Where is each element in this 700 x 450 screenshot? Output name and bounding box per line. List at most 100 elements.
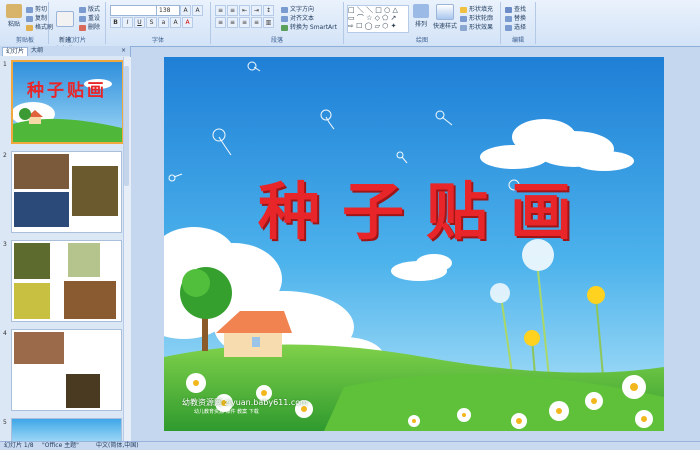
shrink-font-button[interactable]: A [192,5,203,16]
thumb-2-image-b [14,192,69,227]
slide-thumb-5[interactable] [11,418,122,443]
slide-number: 5 [3,419,7,426]
close-pane-icon[interactable]: × [118,47,129,55]
quick-styles-icon [436,4,454,20]
bold-button[interactable]: B [110,17,121,28]
layout-button[interactable]: 版式 [79,4,100,13]
bullets-button[interactable]: ≡ [215,5,226,16]
find-button[interactable]: 查找 [505,4,526,13]
binoculars-icon [505,6,512,13]
replace-icon [505,15,512,22]
shape-fill-button[interactable]: 形状填充 [460,4,493,13]
paste-icon [6,4,22,18]
tab-outline[interactable]: 大纲 [28,47,46,55]
paragraph-label: 段落 [270,37,283,44]
thumb-2-image-a [14,154,69,189]
slides-pane: 幻灯片 大纲 × 1 种子贴画 2 3 4 5 [0,46,131,443]
thumb-4-image-b [66,374,100,408]
text-direction-button[interactable]: 文字方向 [281,4,314,13]
scissors-icon [26,6,33,13]
align-text-button[interactable]: 对齐文本 [281,13,314,22]
slide-thumb-4[interactable] [11,329,122,411]
thumb-4-image-a [14,332,64,364]
pane-scrollbar-thumb[interactable] [124,66,129,186]
slide-thumb-2[interactable] [11,151,122,233]
shadow-button[interactable]: S [146,17,157,28]
drawing-group: □ ＼ ＼ □ ○ △ ▭ ⌒ ☆ ◇ ⬠ ↗ ⇨ ☐ ◯ ▱ ⬡ ✦ 排列 快速样… [344,2,501,44]
font-label: 字体 [151,37,164,44]
slide-number: 2 [3,152,7,159]
layout-icon [79,6,86,13]
pane-tabs: 幻灯片 大纲 × [0,46,130,56]
slide-canvas[interactable]: 种子贴画 幼教资源网 ziyuan.baby611.com 幼儿教育资源 课件 … [164,57,664,431]
slide-number: 4 [3,330,7,337]
align-text-icon [281,15,288,22]
paint-bucket-icon [460,6,467,13]
slide-title[interactable]: 种子贴画 [236,161,616,251]
decrease-indent-button[interactable]: ⇤ [239,5,250,16]
reset-icon [79,15,86,22]
arrange-icon [413,4,429,18]
copy-button[interactable]: 复制 [26,13,47,22]
arrange-button[interactable]: 排列 [410,4,432,28]
cut-button[interactable]: 剪切 [26,4,47,13]
thumb-3-image-c [14,283,50,319]
clipboard-label: 剪贴板 [15,37,34,44]
replace-button[interactable]: 替换 [505,13,526,22]
font-color-button[interactable]: A [182,17,193,28]
delete-icon [79,24,86,31]
paragraph-group: ≡ ≡ ⇤ ⇥ ↕ ≡ ≡ ≡ ≡ ▥ 文字方向 对齐文本 转换为 SmartA… [211,2,344,44]
underline-button[interactable]: U [134,17,145,28]
thumb-1-graphic [13,62,122,142]
text-direction-icon [281,6,288,13]
strikethrough-button[interactable]: a [158,17,169,28]
thumb-3-image-d [64,281,116,319]
thumb-2-image-c [72,166,118,216]
justify-button[interactable]: ≡ [251,17,262,28]
smartart-button[interactable]: 转换为 SmartArt [281,22,337,31]
slides-group: 新建 幻灯片 版式 重设 删除 幻灯片 [49,2,106,53]
shape-effects-button[interactable]: 形状效果 [460,22,493,31]
slide-thumb-1[interactable]: 种子贴画 [11,60,124,144]
quick-styles-button[interactable]: 快速样式 [432,4,458,30]
select-button[interactable]: 选择 [505,22,526,31]
effects-icon [460,24,467,31]
align-right-button[interactable]: ≡ [239,17,250,28]
clipboard-group: 粘贴 剪切 复制 格式刷 剪贴板 [2,2,53,44]
pen-icon [460,15,467,22]
drawing-label: 绘图 [415,37,428,44]
watermark-subtitle: 幼儿教育资源 课件 教案 下载 [194,409,259,415]
cursor-icon [505,24,512,31]
align-center-button[interactable]: ≡ [227,17,238,28]
font-group: 138 A A B I U S a A A 字体 [106,2,211,44]
line-spacing-button[interactable]: ↕ [263,5,274,16]
thumb-3-image-b [68,243,100,277]
editing-label: 编辑 [511,37,524,44]
editing-group: 查找 替换 选择 编辑 [501,2,536,44]
slide-thumb-3[interactable] [11,240,122,322]
shape-outline-button[interactable]: 形状轮廓 [460,13,493,22]
align-left-button[interactable]: ≡ [215,17,226,28]
shapes-gallery[interactable]: □ ＼ ＼ □ ○ △ ▭ ⌒ ☆ ◇ ⬠ ↗ ⇨ ☐ ◯ ▱ ⬡ ✦ [347,5,409,33]
brush-icon [26,24,33,31]
increase-indent-button[interactable]: ⇥ [251,5,262,16]
thumb-3-image-a [14,243,50,279]
copy-icon [26,15,33,22]
font-name-combo[interactable] [110,5,158,16]
spacing-button[interactable]: A [170,17,181,28]
slide-number: 1 [3,61,7,68]
italic-button[interactable]: I [122,17,133,28]
numbering-button[interactable]: ≡ [227,5,238,16]
slide-number: 3 [3,241,7,248]
grow-font-button[interactable]: A [180,5,191,16]
reset-button[interactable]: 重设 [79,13,100,22]
delete-slide-button[interactable]: 删除 [79,22,100,31]
new-slide-icon [56,11,74,27]
tab-slides[interactable]: 幻灯片 [2,47,29,56]
font-size-combo[interactable]: 138 [156,5,180,16]
paste-button[interactable]: 粘贴 [3,4,25,28]
ribbon: 粘贴 剪切 复制 格式刷 剪贴板 新建 幻灯片 版式 重设 删除 幻灯片 138… [0,0,700,53]
thumb-title: 种子贴画 [27,81,107,101]
slides-label: 幻灯片 [67,37,86,44]
columns-button[interactable]: ▥ [263,17,274,28]
